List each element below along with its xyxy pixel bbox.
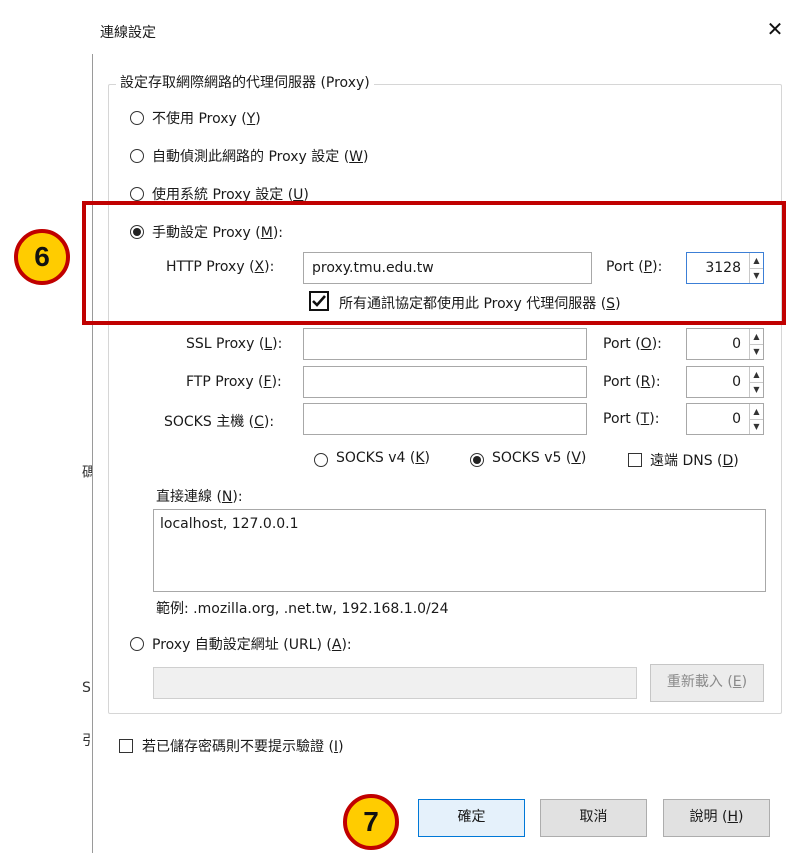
ftp-port-spinner[interactable]: ▲ ▼ [749,367,763,397]
no-prompt-auth-label[interactable]: 若已儲存密碼則不要提示驗證 (I) [142,736,344,756]
no-proxy-example: 範例: .mozilla.org, .net.tw, 192.168.1.0/2… [156,601,449,617]
spin-up-icon[interactable]: ▲ [750,404,763,420]
socks-v4-label[interactable]: SOCKS v4 (K) [336,450,430,466]
spin-down-icon[interactable]: ▼ [750,419,763,434]
spin-up-icon[interactable]: ▲ [750,253,763,269]
spin-up-icon[interactable]: ▲ [750,367,763,383]
radio-socks-v5[interactable] [470,453,484,467]
http-port-spinner[interactable]: ▲ ▼ [749,253,763,283]
reload-button[interactable]: 重新載入 (E) [650,664,764,702]
http-proxy-input[interactable]: proxy.tmu.edu.tw [303,252,592,284]
auto-config-url-label[interactable]: Proxy 自動設定網址 (URL) (A): [152,634,352,654]
spin-down-icon[interactable]: ▼ [750,382,763,397]
proxy-group-box [108,84,782,714]
no-proxy-textarea[interactable]: localhost, 127.0.0.1 [153,509,766,592]
radio-system-proxy-label[interactable]: 使用系統 Proxy 設定 (U) [152,184,309,204]
radio-no-proxy-label[interactable]: 不使用 Proxy (Y) [152,108,261,128]
checkmark-icon [312,295,326,307]
socks-host-input[interactable] [303,403,587,435]
radio-manual-proxy-label[interactable]: 手動設定 Proxy (M): [152,222,283,242]
radio-socks-v4[interactable] [314,453,328,467]
radio-auto-config-url[interactable] [130,637,144,651]
all-protocols-checkbox[interactable] [309,291,329,311]
dialog-title: 連線設定 [100,25,156,41]
background-text-fragment: S [82,680,91,696]
ssl-proxy-label: SSL Proxy (L): [186,336,283,352]
spin-down-icon[interactable]: ▼ [750,344,763,359]
socks-port-label: Port (T): [603,411,660,427]
radio-no-proxy[interactable] [130,111,144,125]
step-7-badge: 7 [343,794,399,850]
radio-auto-detect-label[interactable]: 自動偵測此網路的 Proxy 設定 (W) [152,146,368,166]
auto-config-url-input[interactable] [153,667,637,699]
dialog-titlebar [92,10,790,54]
cancel-button[interactable]: 取消 [540,799,647,837]
spin-up-icon[interactable]: ▲ [750,329,763,345]
close-icon[interactable]: ✕ [764,18,786,40]
step-6-badge: 6 [14,229,70,285]
socks-port-spinner[interactable]: ▲ ▼ [749,404,763,434]
ssl-port-spinner[interactable]: ▲ ▼ [749,329,763,359]
spin-down-icon[interactable]: ▼ [750,268,763,283]
http-port-label: Port (P): [606,259,663,275]
all-protocols-label[interactable]: 所有通訊協定都使用此 Proxy 代理伺服器 (S) [339,293,621,313]
ftp-port-label: Port (R): [603,374,661,390]
radio-manual-proxy[interactable] [130,225,144,239]
help-button[interactable]: 說明 (H) [663,799,770,837]
radio-auto-detect[interactable] [130,149,144,163]
socks-host-label: SOCKS 主機 (C): [164,414,275,430]
ftp-proxy-label: FTP Proxy (F): [186,374,282,390]
remote-dns-checkbox[interactable] [628,453,642,467]
proxy-group-legend: 設定存取網際網路的代理伺服器 (Proxy) [116,72,374,92]
no-proxy-label: 直接連線 (N): [156,489,243,505]
http-proxy-label: HTTP Proxy (X): [166,259,275,275]
ssl-proxy-input[interactable] [303,328,587,360]
background-window [0,0,92,852]
radio-system-proxy[interactable] [130,187,144,201]
socks-v5-label[interactable]: SOCKS v5 (V) [492,450,586,466]
ssl-port-label: Port (O): [603,336,662,352]
remote-dns-label[interactable]: 遠端 DNS (D) [650,450,739,470]
no-prompt-auth-checkbox[interactable] [119,739,133,753]
ftp-proxy-input[interactable] [303,366,587,398]
ok-button[interactable]: 確定 [418,799,525,837]
